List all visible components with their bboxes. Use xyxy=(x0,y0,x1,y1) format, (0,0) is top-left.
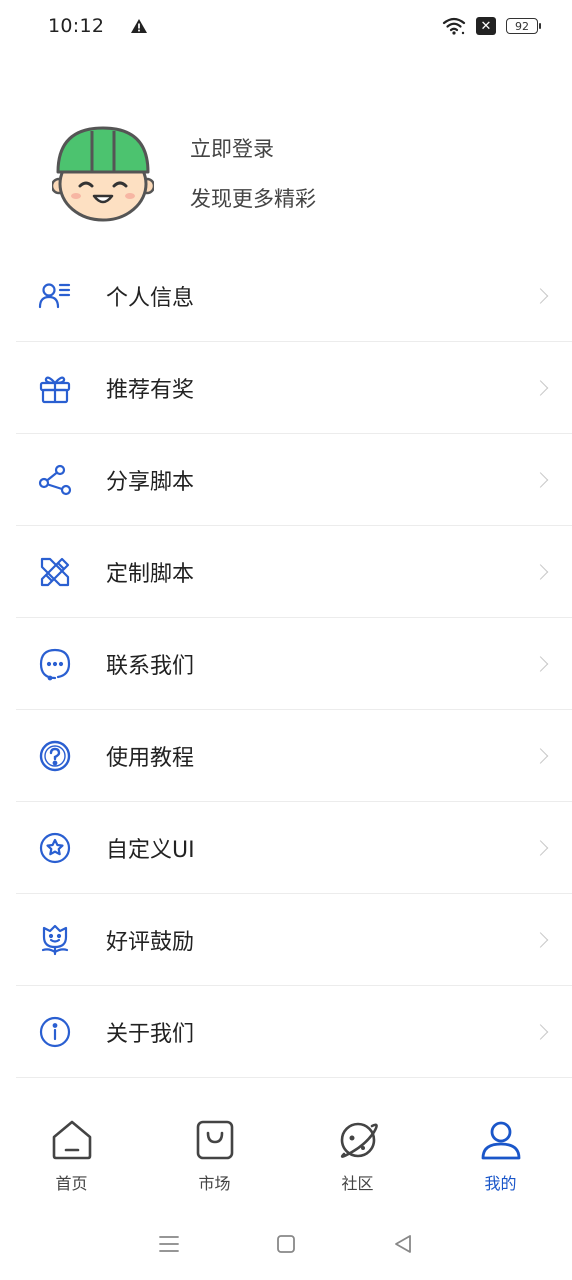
profile-text: 立即登录 发现更多精彩 xyxy=(190,134,316,214)
chevron-right-icon xyxy=(532,1023,549,1040)
tab-home[interactable]: 首页 xyxy=(0,1118,143,1194)
back-triangle-icon xyxy=(395,1235,412,1253)
menu-label: 关于我们 xyxy=(106,1021,195,1047)
status-right: ✕ 92 xyxy=(442,17,541,35)
tab-market[interactable]: 市场 xyxy=(143,1118,286,1194)
menu-label: 自定义UI xyxy=(106,837,195,863)
bottom-tab-bar: 首页 市场 社区 我的 xyxy=(0,1118,572,1210)
menu-lines-icon xyxy=(158,1236,179,1252)
chevron-right-icon xyxy=(532,655,549,672)
share-icon xyxy=(38,463,72,497)
chevron-right-icon xyxy=(532,471,549,488)
chevron-right-icon xyxy=(532,931,549,948)
menu-label: 使用教程 xyxy=(106,745,195,771)
menu-item-personal-info[interactable]: 个人信息 xyxy=(16,250,572,342)
home-icon xyxy=(52,1120,91,1160)
status-left: 10:12 xyxy=(48,15,148,37)
tab-label: 首页 xyxy=(55,1174,88,1193)
menu-item-referral-reward[interactable]: 推荐有奖 xyxy=(16,342,572,434)
menu-label: 定制脚本 xyxy=(106,561,195,587)
menu-item-contact-us[interactable]: 联系我们 xyxy=(16,618,572,710)
chevron-right-icon xyxy=(532,747,549,764)
system-nav-bar xyxy=(0,1218,572,1270)
tab-label: 市场 xyxy=(198,1174,231,1193)
tab-label: 社区 xyxy=(341,1174,374,1193)
planet-icon xyxy=(340,1122,378,1158)
menu-item-tutorial[interactable]: 使用教程 xyxy=(16,710,572,802)
profile-icon xyxy=(481,1121,520,1160)
tab-mine[interactable]: 我的 xyxy=(429,1118,572,1194)
notification-x-icon: ✕ xyxy=(476,17,496,35)
chevron-right-icon xyxy=(532,287,549,304)
menu-item-custom-script[interactable]: 定制脚本 xyxy=(16,526,572,618)
warning-icon xyxy=(131,19,148,33)
nav-home-button[interactable] xyxy=(273,1231,299,1257)
nav-menu-button[interactable] xyxy=(156,1231,182,1257)
tab-label: 我的 xyxy=(484,1174,517,1193)
status-bar: 10:12 ✕ 92 xyxy=(0,0,572,52)
battery-icon: 92 xyxy=(506,18,541,34)
menu-label: 推荐有奖 xyxy=(106,377,195,403)
nav-back-button[interactable] xyxy=(390,1231,416,1257)
menu-item-share-script[interactable]: 分享脚本 xyxy=(16,434,572,526)
tab-community[interactable]: 社区 xyxy=(286,1118,429,1194)
battery-level: 92 xyxy=(515,19,529,33)
menu-label: 分享脚本 xyxy=(106,469,195,495)
flower-icon xyxy=(38,923,72,957)
wifi-icon xyxy=(442,17,466,35)
info-icon xyxy=(38,1015,72,1049)
square-icon xyxy=(277,1235,295,1253)
menu-item-custom-ui[interactable]: 自定义UI xyxy=(16,802,572,894)
menu-label: 个人信息 xyxy=(106,285,195,311)
menu-item-about-us[interactable]: 关于我们 xyxy=(16,986,572,1078)
shopping-bag-icon xyxy=(196,1120,233,1160)
menu-label: 联系我们 xyxy=(106,653,195,679)
login-subtitle: 发现更多精彩 xyxy=(190,187,316,211)
pencil-ruler-icon xyxy=(38,555,72,589)
gift-icon xyxy=(38,371,72,405)
menu-label: 好评鼓励 xyxy=(106,929,195,955)
menu-item-rate-us[interactable]: 好评鼓励 xyxy=(16,894,572,986)
chevron-right-icon xyxy=(532,839,549,856)
chat-icon xyxy=(38,647,72,681)
help-icon xyxy=(38,739,72,773)
settings-menu: 个人信息 推荐有奖 分享脚本 定制脚本 联系我们 使用教程 自定义UI 好评鼓励… xyxy=(16,250,572,1078)
star-circle-icon xyxy=(38,831,72,865)
status-time: 10:12 xyxy=(48,15,105,37)
worker-helmet-avatar xyxy=(52,126,154,222)
chevron-right-icon xyxy=(532,379,549,396)
login-title[interactable]: 立即登录 xyxy=(190,134,316,164)
profile-header[interactable]: 立即登录 发现更多精彩 xyxy=(52,126,316,222)
chevron-right-icon xyxy=(532,563,549,580)
user-info-icon xyxy=(38,279,72,313)
